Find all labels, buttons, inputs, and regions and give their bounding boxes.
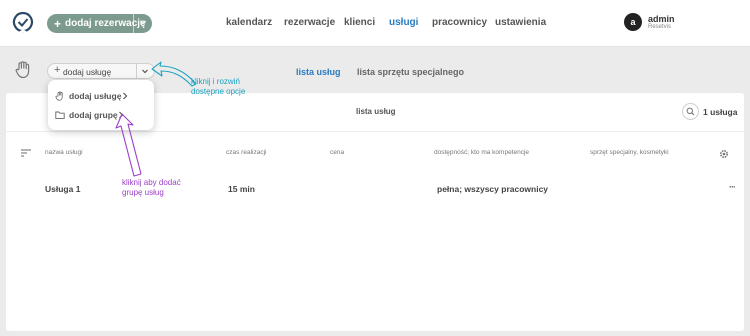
column-header-price[interactable]: cena xyxy=(330,149,344,156)
search-button[interactable] xyxy=(682,103,699,120)
nav-calendar[interactable]: kalendarz xyxy=(226,17,272,28)
chevron-down-icon[interactable] xyxy=(138,17,148,27)
annotation-cyan: kliknij i rozwiń dostępne opcje xyxy=(191,77,245,97)
service-count: 1 usługa xyxy=(703,107,738,117)
nav-settings[interactable]: ustawienia xyxy=(495,17,546,28)
nav-services[interactable]: usługi xyxy=(389,17,418,28)
annotation-line: dostępne opcje xyxy=(191,87,246,96)
top-navigation-bar: + dodaj rezerwację kalendarz rezerwacje … xyxy=(0,0,750,47)
plus-icon: + xyxy=(54,64,61,76)
user-name[interactable]: admin xyxy=(648,14,675,24)
plus-icon: + xyxy=(54,16,62,31)
column-header-name[interactable]: nazwa usługi xyxy=(45,149,83,156)
button-divider xyxy=(136,64,137,78)
folder-icon xyxy=(55,111,65,119)
add-service-button[interactable]: + dodaj usługę xyxy=(47,63,155,79)
add-service-label: dodaj usługę xyxy=(63,67,112,77)
sort-icon[interactable] xyxy=(20,148,32,158)
column-header-availability[interactable]: dostępność; kto ma kompetencje xyxy=(434,149,529,156)
menu-item-label: dodaj usługę xyxy=(69,91,122,101)
annotation-purple: kliknij aby dodać grupę usług xyxy=(122,178,181,198)
chevron-right-icon xyxy=(123,92,128,100)
hand-icon xyxy=(55,91,63,101)
nav-reservations[interactable]: rezerwacje xyxy=(284,17,335,28)
column-header-equipment[interactable]: sprzęt specjalny, kosmetyki xyxy=(590,149,669,156)
panel-title: lista usług xyxy=(356,107,396,116)
annotation-line: kliknij aby dodać xyxy=(122,178,181,187)
add-reservation-button[interactable]: + dodaj rezerwację xyxy=(47,14,152,33)
tab-special-equipment-list[interactable]: lista sprzętu specjalnego xyxy=(357,67,464,77)
avatar[interactable]: a xyxy=(624,13,642,31)
tab-service-list[interactable]: lista usług xyxy=(296,67,341,77)
annotation-arrow-purple xyxy=(115,113,142,177)
gear-icon[interactable] xyxy=(719,149,729,159)
cell-service-name[interactable]: Usługa 1 xyxy=(45,184,80,194)
button-divider xyxy=(133,14,134,33)
menu-item-add-service[interactable]: dodaj usługę xyxy=(48,86,154,106)
row-more-options-icon[interactable]: ··· xyxy=(729,182,736,192)
nav-clients[interactable]: klienci xyxy=(344,17,375,28)
search-icon xyxy=(686,107,695,116)
hand-icon xyxy=(15,61,30,79)
annotation-line: kliknij i rozwiń xyxy=(191,77,240,86)
cell-availability: pełna; wszyscy pracownicy xyxy=(437,184,549,194)
user-company: Resetvis xyxy=(648,24,672,30)
annotation-line: grupę usług xyxy=(122,188,164,197)
menu-item-label: dodaj grupę xyxy=(69,110,118,120)
app-logo-icon[interactable] xyxy=(12,11,34,35)
nav-employees[interactable]: pracownicy xyxy=(432,17,487,28)
column-header-duration[interactable]: czas realizacji xyxy=(226,149,266,156)
cell-duration: 15 min xyxy=(228,184,255,194)
